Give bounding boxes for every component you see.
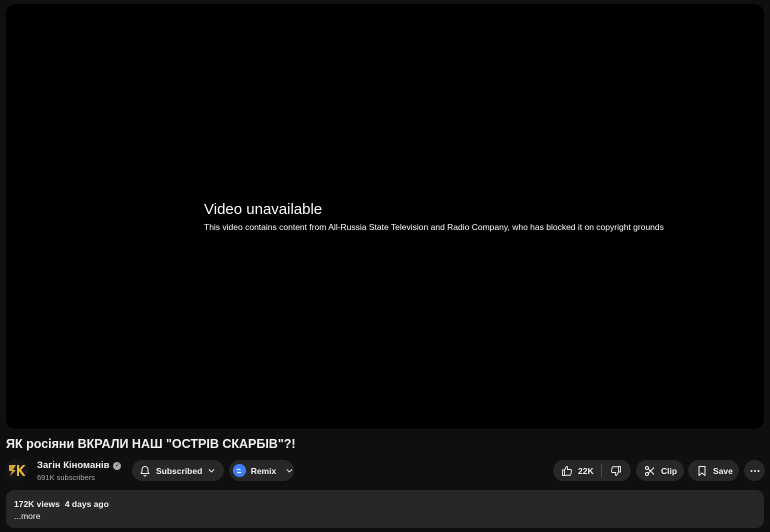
subscriber-count: 691K subscribers <box>37 473 95 482</box>
channel-avatar[interactable] <box>6 459 28 481</box>
subscribed-label: Subscribed <box>156 465 203 476</box>
chevron-down-icon <box>286 469 293 473</box>
error-title: Video unavailable <box>204 201 323 218</box>
description-box[interactable]: 172K views 4 days ago ...more <box>6 490 764 528</box>
channel-name[interactable]: Загін Кіноманів ✓ <box>37 460 122 471</box>
scissors-icon <box>645 465 655 476</box>
thumbs-up-icon <box>562 465 572 476</box>
channel-name-text: Загін Кіноманів <box>37 460 110 471</box>
clip-button[interactable]: Clip <box>636 460 684 481</box>
remix-label: Remix <box>250 465 277 476</box>
video-title: ЯК росіяни ВКРАЛИ НАШ "ОСТРІВ СКАРБІВ"?! <box>6 437 296 451</box>
save-button[interactable]: Save <box>688 460 739 481</box>
remix-icon <box>233 464 246 477</box>
upload-age: 4 days ago <box>64 499 109 509</box>
error-message: This video contains content from All-Rus… <box>204 222 664 232</box>
like-dislike-group: 22K <box>553 460 631 481</box>
video-player[interactable]: Video unavailable This video contains co… <box>6 4 764 429</box>
dislike-button[interactable] <box>602 460 630 481</box>
video-unavailable-message: Video unavailable This video contains co… <box>204 201 664 233</box>
more-horizontal-icon <box>750 469 759 472</box>
clip-label: Clip <box>661 465 678 476</box>
thumbs-down-icon <box>611 465 621 476</box>
save-label: Save <box>713 465 733 476</box>
video-meta: 172K views 4 days ago <box>14 499 109 509</box>
verified-check-icon: ✓ <box>113 461 122 470</box>
more-actions-button[interactable] <box>744 460 765 481</box>
subscribed-button[interactable]: Subscribed <box>132 460 224 481</box>
chevron-down-icon <box>208 469 215 473</box>
like-count: 22K <box>578 465 594 476</box>
view-count: 172K views <box>14 499 60 509</box>
bell-icon <box>140 465 150 476</box>
channel-logo-icon <box>6 459 28 481</box>
bookmark-icon <box>698 465 706 476</box>
remix-button[interactable]: Remix <box>229 460 294 481</box>
description-more-link[interactable]: ...more <box>14 511 40 521</box>
like-button[interactable]: 22K <box>553 460 601 481</box>
